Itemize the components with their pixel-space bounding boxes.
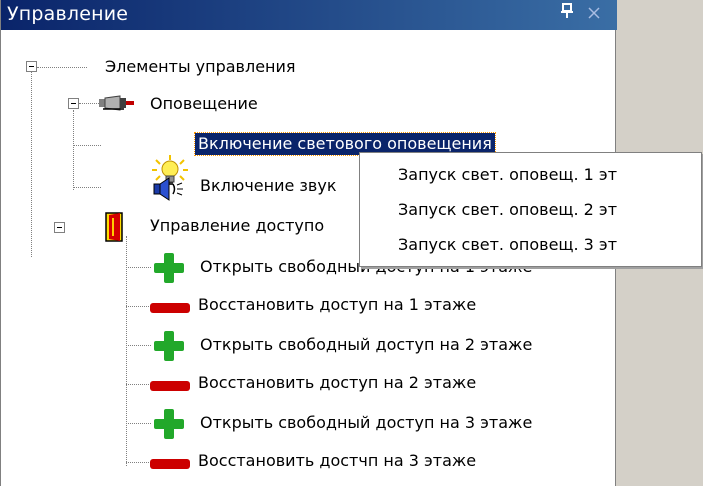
tree-line <box>73 187 101 188</box>
tree-line <box>126 384 151 385</box>
minus-icon <box>149 299 191 318</box>
tree-item-open-floor-2[interactable]: Открыть свободный доступ на 2 этаже <box>200 334 532 356</box>
tree-line <box>37 67 87 68</box>
tree-line <box>126 423 151 424</box>
context-menu: Запуск свет. оповещ. 1 эт Запуск свет. о… <box>359 152 702 267</box>
menu-item-light-alert-floor-2[interactable]: Запуск свет. оповещ. 2 эт <box>398 198 617 222</box>
panel-title: Управление <box>7 3 129 25</box>
tree-item-open-floor-3[interactable]: Открыть свободный доступ на 3 этаже <box>200 412 532 434</box>
tree-root-label[interactable]: Элементы управления <box>105 56 296 78</box>
group-access-collapse-toggle[interactable] <box>54 222 65 233</box>
pin-icon[interactable] <box>557 2 577 26</box>
close-icon[interactable] <box>584 2 604 26</box>
tree-item-restore-floor-1[interactable]: Восстановить доступ на 1 этаже <box>198 294 476 316</box>
tree-line <box>73 110 74 190</box>
tree-line <box>31 67 32 257</box>
tree-group-access-label[interactable]: Управление доступо <box>150 215 324 237</box>
tree-line <box>126 345 151 346</box>
tree-item-restore-floor-2[interactable]: Восстановить доступ на 2 этаже <box>198 372 476 394</box>
tree-line <box>126 462 151 463</box>
panel-titlebar[interactable]: Управление <box>1 0 617 30</box>
tree-item-sound-alert[interactable]: Включение звук <box>200 175 337 197</box>
plus-icon <box>152 252 186 288</box>
tree-line <box>126 267 151 268</box>
plus-icon <box>152 330 186 366</box>
plus-icon <box>152 408 186 444</box>
tree-group-alert-label[interactable]: Оповещение <box>150 93 258 115</box>
menu-item-light-alert-floor-3[interactable]: Запуск свет. оповещ. 3 эт <box>398 233 617 257</box>
speaker-icon <box>151 176 187 206</box>
root-collapse-toggle[interactable] <box>26 61 37 72</box>
door-icon <box>105 212 125 246</box>
tree-line <box>126 236 127 466</box>
minus-icon <box>149 377 191 396</box>
tree-line <box>126 306 151 307</box>
group-alert-collapse-toggle[interactable] <box>68 98 79 109</box>
tree-line <box>73 145 101 146</box>
minus-icon <box>149 455 191 474</box>
menu-item-light-alert-floor-1[interactable]: Запуск свет. оповещ. 1 эт <box>398 163 617 187</box>
siren-icon <box>98 94 138 116</box>
tree-item-restore-floor-3[interactable]: Восстановить достчп на 3 этаже <box>198 450 476 472</box>
tree-line <box>79 103 99 104</box>
